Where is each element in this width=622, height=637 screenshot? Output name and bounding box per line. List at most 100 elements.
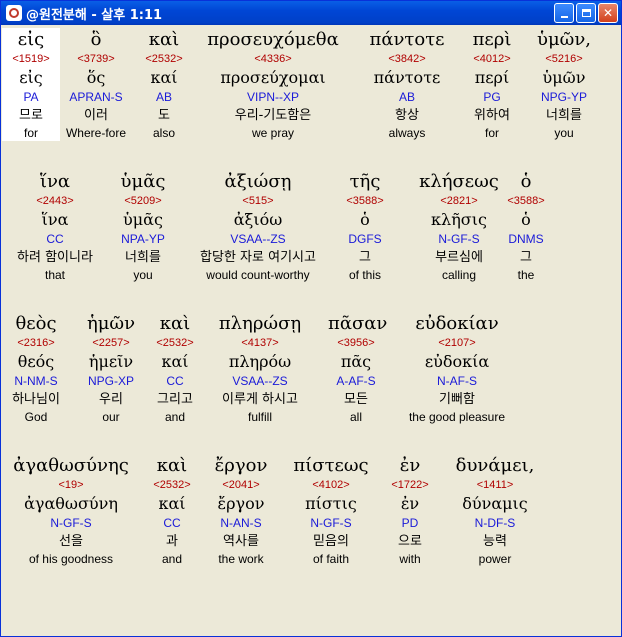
korean-gloss: 우리-기도함은 [234, 108, 312, 123]
greek-word: ὑμῶν, [537, 29, 591, 50]
word-token[interactable]: ὑμᾶς <5209> ὑμᾶς NPA-YP 너희를 you [105, 170, 181, 283]
korean-gloss: 하려 함이니라 [17, 250, 93, 265]
word-token[interactable]: πᾶσαν <3956> πᾶς A-AF-S 모든 all [328, 312, 387, 425]
english-gloss: and [161, 552, 183, 566]
english-gloss: calling [441, 268, 477, 282]
strong-number: <2532> [145, 53, 183, 65]
greek-word: ἀξιώσῃ [224, 171, 292, 192]
app-icon[interactable] [6, 5, 22, 21]
word-token[interactable]: καὶ <2532> καί AB 도 also [143, 28, 185, 141]
english-gloss: you [133, 268, 153, 282]
word-token[interactable]: πίστεως <4102> πίστις N-GF-S 믿음의 of faith [288, 454, 374, 567]
korean-gloss: 부르심에 [435, 250, 483, 265]
title-bar[interactable]: @원전분해 - 살후 1:11 ✕ [1, 1, 621, 25]
word-token[interactable]: περὶ <4012> περί PG 위하여 for [466, 28, 518, 141]
morphology-code: PA [23, 90, 39, 104]
minimize-button[interactable] [554, 3, 574, 23]
lemma: ἡμεῖν [88, 352, 134, 371]
close-button[interactable]: ✕ [598, 3, 618, 23]
lemma: ἀξιόω [233, 210, 283, 229]
morphology-code: VIPN--XP [246, 90, 299, 104]
lemma: ὑμᾶς [123, 210, 163, 229]
word-token[interactable]: τῆς <3588> ὁ DGFS 그 of this [336, 170, 394, 283]
word-token[interactable]: εἰς <1519> εἰς PA 므로 for [2, 28, 60, 141]
korean-gloss: 므로 [19, 108, 43, 123]
strong-number: <515> [242, 195, 274, 207]
strong-number: <4137> [241, 337, 279, 349]
word-token[interactable]: ἀξιώσῃ <515> ἀξιόω VSAA--ZS 합당한 자로 여기시고 would… [180, 170, 336, 283]
word-token[interactable]: πάντοτε <3842> πάντοτε AB 항상 always [367, 28, 447, 141]
english-gloss: always [388, 126, 426, 140]
maximize-button[interactable] [576, 3, 596, 23]
english-gloss: with [399, 552, 421, 566]
strong-number: <3842> [388, 53, 426, 65]
greek-word: πάντοτε [369, 29, 445, 50]
english-gloss: we pray [251, 126, 295, 140]
strong-number: <3588> [346, 195, 384, 207]
word-token[interactable]: πληρώσῃ <4137> πληρόω VSAA--ZS 이루게 하시고 fulfil… [205, 312, 315, 425]
korean-gloss: 위하여 [474, 108, 510, 123]
korean-gloss: 과 [166, 534, 178, 549]
greek-word: ὃ [90, 29, 102, 50]
greek-word: καὶ [156, 455, 188, 476]
greek-word: τῆς [349, 171, 381, 192]
strong-number: <2316> [17, 337, 55, 349]
window-controls: ✕ [554, 3, 618, 23]
word-token[interactable]: εὐδοκίαν <2107> εὐδοκία N-AF-S 기뻐함 the good p… [382, 312, 532, 425]
word-token[interactable]: ὃ <3739> ὅς APRAN-S 이러 Where-fore [63, 28, 129, 141]
english-gloss: that [44, 268, 65, 282]
english-gloss: our [102, 410, 120, 424]
morphology-code: N-DF-S [474, 516, 516, 530]
greek-word: δυνάμει, [455, 455, 535, 476]
strong-number: <3956> [337, 337, 375, 349]
lemma: ἵνα [41, 210, 69, 229]
word-token[interactable]: θεὸς <2316> θεός N-NM-S 하나님이 God [5, 312, 67, 425]
morphology-code: DNMS [508, 232, 544, 246]
strong-number: <2041> [222, 479, 260, 491]
greek-word: εὐδοκίαν [415, 313, 499, 334]
korean-gloss: 믿음의 [313, 534, 349, 549]
greek-word: θεὸς [15, 313, 57, 334]
korean-gloss: 으로 [398, 534, 422, 549]
word-token[interactable]: ὁ <3588> ὁ DNMS 그 the [503, 170, 549, 283]
korean-gloss: 우리 [99, 392, 123, 407]
word-token[interactable]: ἵνα <2443> ἵνα CC 하려 함이니라 that [5, 170, 105, 283]
korean-gloss: 기뻐함 [439, 392, 475, 407]
korean-gloss: 그리고 [157, 392, 193, 407]
lemma: πᾶς [340, 352, 372, 371]
english-gloss: the work [218, 552, 264, 566]
morphology-code: A-AF-S [336, 374, 376, 388]
greek-word: καὶ [148, 29, 180, 50]
greek-word: ὁ [520, 171, 532, 192]
word-token[interactable]: δυνάμει, <1411> δύναμις N-DF-S 능력 power [452, 454, 538, 567]
english-gloss: the [517, 268, 535, 282]
word-token[interactable]: ὑμῶν, <5216> ὑμῶν NPG-YP 너희를 you [532, 28, 596, 141]
morphology-code: DGFS [348, 232, 382, 246]
morphology-code: N-AN-S [220, 516, 262, 530]
english-gloss: would count-worthy [206, 268, 310, 282]
korean-gloss: 그 [520, 250, 532, 265]
korean-gloss: 항상 [395, 108, 419, 123]
morphology-code: CC [163, 516, 181, 530]
morphology-code: CC [46, 232, 64, 246]
word-token[interactable]: ἡμῶν <2257> ἡμεῖν NPG-XP 우리 our [80, 312, 142, 425]
greek-word: ἀγαθωσύνης [13, 455, 129, 476]
word-token[interactable]: καὶ <2532> καί CC 과 and [148, 454, 196, 567]
lemma: καί [150, 68, 178, 87]
morphology-code: CC [166, 374, 184, 388]
lemma: ὁ [521, 210, 531, 229]
word-token[interactable]: ἔργον <2041> ἔργον N-AN-S 역사를 the work [203, 454, 279, 567]
word-token[interactable]: καὶ <2532> καί CC 그리고 and [147, 312, 203, 425]
greek-word: προσευχόμεθα [207, 29, 339, 50]
lemma: καί [158, 494, 186, 513]
morphology-code: N-GF-S [438, 232, 480, 246]
word-token[interactable]: ἐν <1722> ἐν PD 으로 with [384, 454, 436, 567]
lemma: κλῆσις [431, 210, 487, 229]
word-token[interactable]: προσευχόμεθα <4336> προσεύχομαι VIPN--XP 우리-… [198, 28, 348, 141]
greek-word: ἵνα [39, 171, 71, 192]
morphology-code: VSAA--ZS [230, 232, 286, 246]
lemma: περί [474, 68, 510, 87]
word-token[interactable]: ἀγαθωσύνης <19> ἀγαθωσύνη N-GF-S 선을 of his go… [9, 454, 133, 567]
word-token[interactable]: κλήσεως <2821> κλῆσις N-GF-S 부르심에 calling [411, 170, 507, 283]
lemma: θεός [17, 352, 55, 371]
